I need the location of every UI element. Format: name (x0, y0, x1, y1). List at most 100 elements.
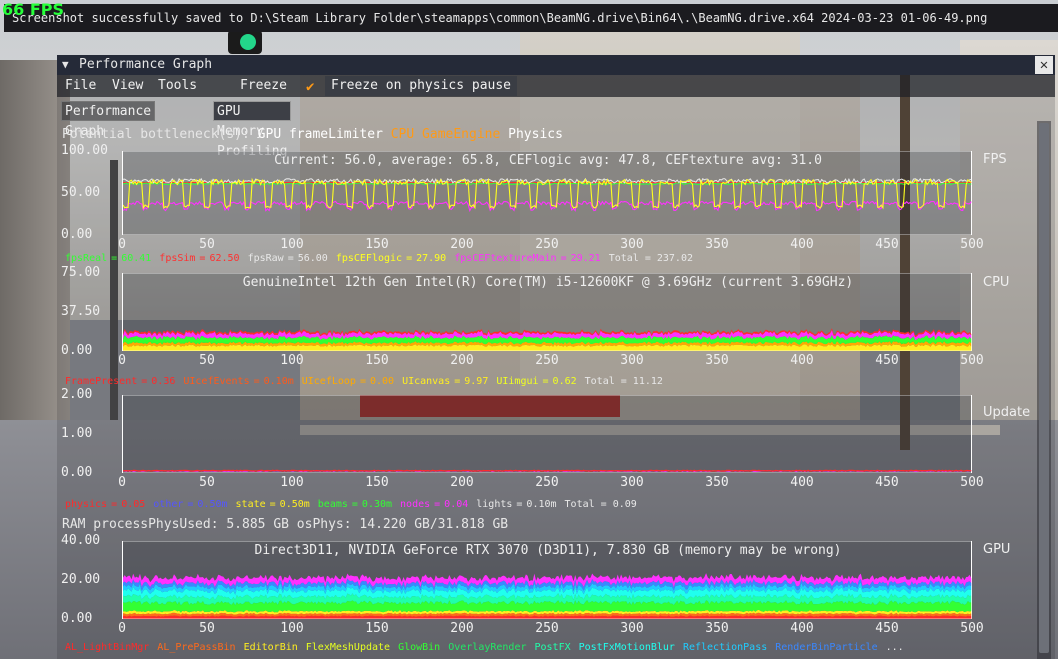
legend-item[interactable]: fpsSim = 62.50 (159, 253, 243, 264)
legend-eq: = (269, 499, 276, 510)
chart-plot (123, 469, 972, 472)
legend-item[interactable]: lights = 0.10m (476, 499, 560, 510)
legend-name: other (153, 499, 184, 510)
legend-item[interactable]: UIimgui = 0.62 (496, 376, 580, 387)
legend-name: UIimgui (496, 376, 539, 387)
x-tick-label: 150 (365, 237, 389, 252)
legend-name: fpsSim (159, 253, 196, 264)
legend-item[interactable]: FramePresent = 0.36 (65, 376, 179, 387)
legend-name: AL_PrePassBin (157, 642, 236, 653)
legend-name: PostFX (534, 642, 571, 653)
graph-side-label: GPU (983, 542, 1011, 557)
x-tick-label: 50 (199, 475, 215, 490)
x-tick-label: 300 (620, 621, 644, 636)
legend-item[interactable]: PostFX (535, 642, 575, 653)
x-tick-label: 350 (705, 621, 729, 636)
legend-eq: = (516, 499, 523, 510)
legend-name: RenderBinParticle (775, 642, 878, 653)
x-tick-label: 350 (705, 475, 729, 490)
legend-item[interactable]: fpsRaw = 56.00 (248, 253, 332, 264)
x-tick-label: 0 (118, 621, 126, 636)
menu-tools[interactable]: Tools (158, 75, 197, 97)
legend-eq: = (111, 253, 118, 264)
legend-item[interactable]: other = 0.50m (153, 499, 231, 510)
legend-item[interactable]: PostFxMotionBlur (579, 642, 679, 653)
legend-name: OverlayRender (448, 642, 527, 653)
legend-item[interactable]: EditorBin (244, 642, 302, 653)
x-tick-label: 0 (118, 475, 126, 490)
legend-item[interactable]: UIcefEvents = 0.10m (183, 376, 297, 387)
menu-file[interactable]: File (65, 75, 96, 97)
x-tick-label: 100 (280, 237, 304, 252)
legend-total: Total = 0.09 (564, 499, 637, 510)
legend-item[interactable]: GlowBin (398, 642, 444, 653)
legend-value: 27.90 (416, 253, 447, 264)
x-tick-label: 400 (790, 621, 814, 636)
x-tick-label: 400 (790, 475, 814, 490)
x-tick-label: 250 (535, 237, 559, 252)
x-tick-label: 100 (280, 475, 304, 490)
performance-graph-window: ▼ Performance Graph ✕ File View Tools Fr… (57, 55, 1055, 659)
legend-item[interactable]: UIcefLoop = 0.00 (302, 376, 398, 387)
x-tick-label: 150 (365, 475, 389, 490)
legend-item[interactable]: RenderBinParticle (775, 642, 881, 653)
graph-legend: FramePresent = 0.36 UIcefEvents = 0.10m UIcefL… (65, 376, 667, 387)
scrollbar[interactable] (1037, 121, 1051, 659)
legend-name: beams (317, 499, 348, 510)
legend-item[interactable]: beams = 0.30m (318, 499, 396, 510)
x-tick-label: 450 (875, 621, 899, 636)
tab-performance-graph[interactable]: Performance Graph (61, 101, 156, 139)
legend-name: FlexMeshUpdate (305, 642, 391, 653)
legend-item[interactable]: state = 0.50m (236, 499, 314, 510)
legend-eq: = (560, 253, 567, 264)
graph-legend: physics = 0.05 other = 0.50m state = 0.50m beams =… (65, 499, 641, 510)
collapse-triangle-icon[interactable]: ▼ (62, 55, 69, 75)
x-tick-label: 400 (790, 237, 814, 252)
bottleneck-item: GPU (257, 127, 282, 142)
legend-item[interactable]: AL_LightBinMgr (65, 642, 153, 653)
y-tick-label: 37.50 (61, 304, 101, 319)
close-icon[interactable]: ✕ (1035, 56, 1053, 74)
legend-item[interactable]: fpsCEFtextureMain = 29.21 (454, 253, 605, 264)
legend-item[interactable]: nodes = 0.04 (400, 499, 472, 510)
bottleneck-line: Potential bottleneck(s): GPU frameLimite… (62, 127, 563, 142)
bottleneck-item: frameLimiter (281, 127, 383, 142)
x-tick-label: 200 (450, 237, 474, 252)
ram-stats: RAM processPhysUsed: 5.885 GB osPhys: 14… (62, 517, 509, 532)
legend-name: state (235, 499, 266, 510)
x-tick-label: 500 (960, 621, 984, 636)
legend-name: physics (65, 499, 108, 510)
legend-name: nodes (400, 499, 431, 510)
legend-value: 9.97 (464, 376, 489, 387)
x-tick-label: 150 (365, 353, 389, 368)
legend-value: 29.21 (570, 253, 601, 264)
legend-item[interactable]: AL_PrePassBin (157, 642, 239, 653)
window-titlebar[interactable]: ▼ Performance Graph ✕ (57, 55, 1055, 75)
legend-item[interactable]: UIcanvas = 9.97 (402, 376, 492, 387)
x-tick-label: 500 (960, 475, 984, 490)
x-tick-label: 300 (620, 237, 644, 252)
legend-item[interactable]: FlexMeshUpdate (306, 642, 394, 653)
x-tick-label: 350 (705, 353, 729, 368)
legend-value: 0.62 (552, 376, 577, 387)
legend-total: Total = 11.12 (584, 376, 663, 387)
fps-counter: 66 FPS (2, 0, 65, 19)
legend-item[interactable]: physics = 0.05 (65, 499, 149, 510)
freeze-toggle[interactable]: Freeze (240, 75, 287, 97)
legend-item[interactable]: ReflectionPass (683, 642, 771, 653)
x-tick-label: 450 (875, 475, 899, 490)
checkmark-icon[interactable]: ✔ (306, 80, 320, 94)
traffic-light-icon (228, 30, 262, 54)
scrollbar-thumb[interactable] (1039, 123, 1049, 653)
legend-item[interactable]: OverlayRender (448, 642, 530, 653)
legend-name: AL_LightBinMgr (65, 642, 150, 653)
menu-view[interactable]: View (112, 75, 143, 97)
freeze-on-physics-pause-toggle[interactable]: Freeze on physics pause (325, 76, 518, 96)
legend-item[interactable]: fpsReal = 60.41 (65, 253, 155, 264)
x-tick-label: 300 (620, 353, 644, 368)
graph-legend: AL_LightBinMgr AL_PrePassBin EditorBin Flex… (65, 642, 908, 653)
legend-name: GlowBin (398, 642, 441, 653)
tab-gpu-memory-profiling[interactable]: GPU Memory Profiling (213, 101, 292, 159)
legend-item[interactable]: fpsCEFlogic = 27.90 (336, 253, 450, 264)
legend-total: Total = 237.02 (608, 253, 693, 264)
